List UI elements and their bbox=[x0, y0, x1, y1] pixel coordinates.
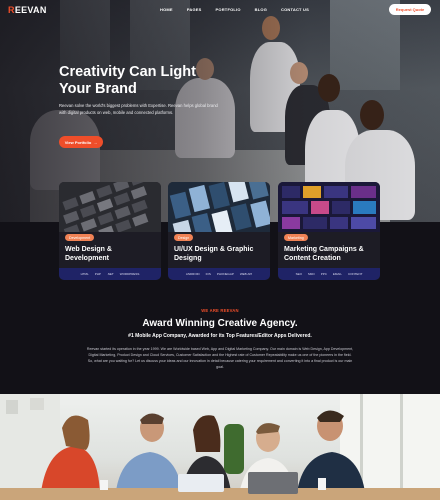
service-title: UI/UX Design & Graphic Designg bbox=[174, 245, 266, 263]
hero-title: Creativity Can Light Your Brand bbox=[59, 64, 269, 98]
tech-list: SEO SMO PPC EMAIL CONTENT bbox=[278, 268, 380, 280]
tech-item: PHP bbox=[94, 272, 101, 276]
nav-item-pages[interactable]: PAGES bbox=[187, 7, 202, 12]
tech-item: WORDPRESS bbox=[119, 272, 140, 276]
team-photo-illustration bbox=[0, 394, 440, 500]
service-title-line: Web Design & bbox=[65, 246, 112, 253]
service-title-line: Content Creation bbox=[284, 255, 341, 262]
logo-mark: R bbox=[8, 5, 15, 15]
service-title-line: Development bbox=[65, 255, 109, 262]
view-portfolio-label: View Portfolio bbox=[64, 139, 92, 145]
service-title: Marketing Campaigns & Content Creation bbox=[284, 245, 376, 263]
request-quote-button[interactable]: Request Quote bbox=[389, 4, 431, 15]
about-kicker: WE ARE REEVAN bbox=[201, 308, 239, 313]
service-tag: Development bbox=[65, 234, 95, 241]
service-title: Web Design & Development bbox=[65, 245, 157, 263]
tech-item: WEB API bbox=[239, 272, 253, 276]
tech-item: SEO bbox=[295, 272, 302, 276]
logo-text: EEVAN bbox=[14, 5, 47, 15]
service-title-line: Designg bbox=[174, 255, 202, 262]
tech-item: IOS bbox=[205, 272, 211, 276]
about-subtitle: #1 Mobile App Company, Awarded for its T… bbox=[128, 333, 312, 339]
tech-item: HTML bbox=[80, 272, 89, 276]
service-card-marketing[interactable]: Marketing Marketing Campaigns & Content … bbox=[278, 182, 380, 280]
service-tag: Design bbox=[174, 234, 194, 241]
nav-item-home[interactable]: HOME bbox=[160, 7, 173, 12]
hero-description: Reevan solve the world's biggest problem… bbox=[59, 103, 218, 115]
arrow-right-icon: → bbox=[93, 139, 98, 145]
about-body: Reevan started its operation in the year… bbox=[86, 347, 354, 369]
tech-item: .NET bbox=[106, 272, 114, 276]
tech-item: CONTENT bbox=[347, 272, 363, 276]
tech-item: PPC bbox=[320, 272, 327, 276]
hero-title-line: Your Brand bbox=[59, 81, 137, 97]
view-portfolio-button[interactable]: View Portfolio → bbox=[59, 136, 103, 148]
service-tag: Marketing bbox=[284, 234, 308, 241]
hero-title-line: Creativity Can Light bbox=[59, 64, 196, 80]
nav-item-contact[interactable]: CONTACT US bbox=[281, 7, 309, 12]
service-card-design[interactable]: Design UI/UX Design & Graphic Designg AN… bbox=[168, 182, 270, 280]
tech-item: ANDROID bbox=[185, 272, 200, 276]
tech-item: PHONEGAP bbox=[216, 272, 234, 276]
service-title-line: Marketing Campaigns & bbox=[284, 246, 364, 253]
tech-item: EMAIL bbox=[332, 272, 342, 276]
web-design-thumbnail bbox=[59, 182, 161, 232]
marketing-thumbnail bbox=[278, 182, 380, 232]
ui-design-thumbnail bbox=[168, 182, 270, 232]
nav-item-portfolio[interactable]: PORTFOLIO bbox=[216, 7, 241, 12]
nav-item-blog[interactable]: BLOG bbox=[255, 7, 267, 12]
about-title: Award Winning Creative Agency. bbox=[142, 318, 298, 329]
service-title-line: UI/UX Design & Graphic bbox=[174, 246, 254, 253]
team-photo bbox=[0, 394, 440, 500]
service-card-web[interactable]: Development Web Design & Development HTM… bbox=[59, 182, 161, 280]
tech-list: HTML PHP .NET WORDPRESS bbox=[59, 268, 161, 280]
tech-list: ANDROID IOS PHONEGAP WEB API bbox=[168, 268, 270, 280]
tech-item: SMO bbox=[307, 272, 315, 276]
main-nav: HOME PAGES PORTFOLIO BLOG CONTACT US bbox=[160, 7, 309, 12]
logo[interactable]: REEVAN bbox=[8, 5, 47, 15]
